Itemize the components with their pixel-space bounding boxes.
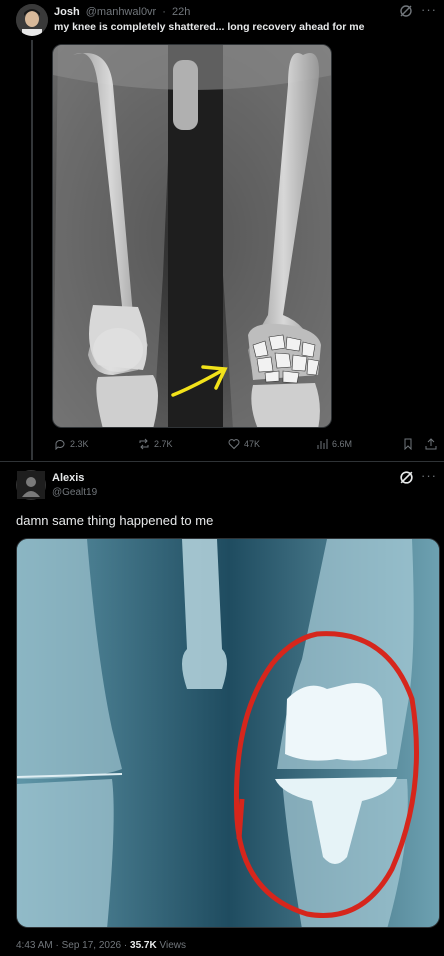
repost-count: 2.7K: [154, 439, 173, 449]
bookmark-button[interactable]: [402, 438, 414, 450]
grok-icon[interactable]: [399, 470, 414, 488]
analytics-icon: [317, 439, 328, 449]
like-count: 47K: [244, 439, 261, 449]
avatar[interactable]: [16, 470, 46, 500]
timestamp[interactable]: 22h: [172, 6, 190, 18]
post-date[interactable]: Sep 17, 2026: [62, 940, 122, 951]
more-icon[interactable]: ···: [421, 468, 437, 483]
views-button[interactable]: 6.6M: [316, 438, 352, 450]
separator: ·: [123, 940, 128, 951]
tweet-media-xray[interactable]: [52, 44, 332, 428]
post-time[interactable]: 4:43 AM: [16, 940, 53, 951]
grok-icon[interactable]: [399, 4, 415, 20]
avatar-image: [16, 4, 48, 36]
display-name[interactable]: Josh: [54, 6, 80, 18]
view-count: 6.6M: [332, 439, 353, 449]
tweet-header: Josh @manhwal0vr · 22h: [54, 6, 190, 18]
share-icon: [425, 438, 437, 450]
tweet-meta: 4:43 AM · Sep 17, 2026 · 35.7K Views: [16, 940, 186, 951]
separator: ·: [55, 940, 59, 951]
heart-icon: [228, 439, 240, 450]
share-button[interactable]: [425, 438, 437, 450]
display-name[interactable]: Alexis: [52, 472, 84, 484]
avatar-image: [17, 471, 45, 499]
reply-button[interactable]: 2.3K: [54, 438, 89, 450]
more-icon[interactable]: ···: [421, 2, 437, 17]
user-handle[interactable]: @manhwal0vr: [86, 6, 156, 18]
tweet-text: my knee is completely shattered... long …: [54, 21, 365, 33]
xray-image: [17, 539, 439, 927]
user-handle[interactable]: @Gealt19: [52, 487, 97, 498]
repost-icon: [139, 438, 149, 450]
thread-line: [31, 40, 33, 460]
tweet-reply[interactable]: Alexis @Gealt19 ··· damn same thing happ…: [0, 462, 444, 956]
view-count: 35.7K: [130, 940, 157, 951]
separator: ·: [162, 6, 166, 18]
repost-button[interactable]: 2.7K: [138, 438, 173, 450]
avatar[interactable]: [16, 4, 48, 36]
reply-icon: [55, 439, 65, 450]
tweet-original[interactable]: Josh @manhwal0vr · 22h my knee is comple…: [0, 0, 444, 460]
tweet-text: damn same thing happened to me: [16, 513, 214, 528]
bookmark-icon: [404, 438, 412, 450]
like-button[interactable]: 47K: [228, 438, 260, 450]
action-bar: 2.3K 2.7K 47K 6.6M: [52, 438, 442, 454]
views-label: Views: [159, 940, 186, 951]
xray-image: [53, 45, 331, 427]
tweet-media-xray[interactable]: [16, 538, 440, 928]
reply-count: 2.3K: [70, 439, 89, 449]
